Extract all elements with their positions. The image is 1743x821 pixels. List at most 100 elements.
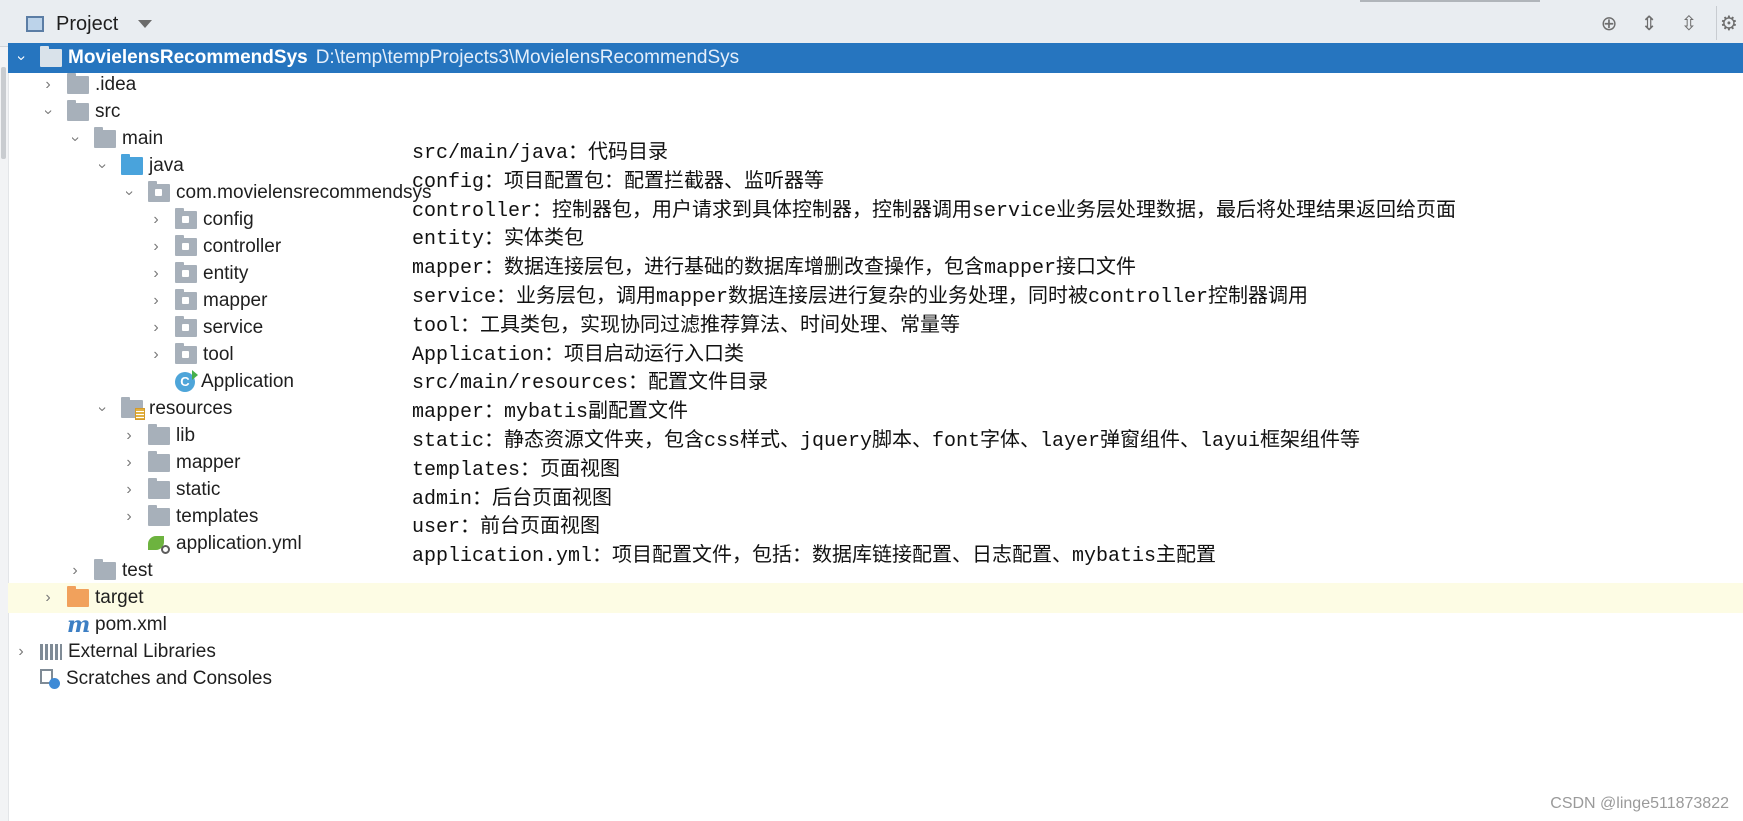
- package-icon: [175, 316, 197, 337]
- tree-node-label: com.movielensrecommendsys: [176, 182, 432, 203]
- folder-icon: [67, 100, 89, 121]
- scratches-icon: [40, 669, 60, 689]
- tree-node-label: MovielensRecommendSys: [68, 47, 308, 68]
- annotation-line: src/main/resources：配置文件目录: [412, 372, 769, 396]
- collapse-all-icon[interactable]: ⇳: [1675, 10, 1703, 38]
- tree-node[interactable]: › MovielensRecommendSys D:\temp\tempProjec…: [8, 43, 1743, 73]
- excluded-folder-icon: [67, 586, 89, 607]
- tree-node[interactable]: ›mpom.xml: [8, 610, 1743, 640]
- chevron-down-icon[interactable]: ›: [93, 402, 111, 416]
- tree-node-label: pom.xml: [95, 614, 167, 635]
- tree-node-label: static: [176, 479, 221, 500]
- folder-icon: [148, 451, 170, 472]
- package-icon: [148, 181, 170, 202]
- locate-icon[interactable]: ⊕: [1595, 10, 1623, 38]
- tree-node-label: java: [149, 155, 184, 176]
- annotation-line: templates：页面视图: [412, 458, 621, 482]
- annotation-line: config：项目配置包：配置拦截器、监听器等: [412, 170, 825, 194]
- chevron-right-icon[interactable]: ›: [14, 643, 28, 661]
- tree-node-path: D:\temp\tempProjects3\MovielensRecommend…: [315, 47, 740, 68]
- chevron-down-icon[interactable]: ›: [93, 159, 111, 173]
- chevron-right-icon[interactable]: ›: [149, 211, 163, 229]
- folder-icon: [67, 73, 89, 94]
- tree-node[interactable]: › src: [8, 97, 1743, 127]
- annotation-line: service：业务层包，调用mapper数据连接层进行复杂的业务处理，同时被c…: [412, 285, 1309, 309]
- tree-node-label: src: [95, 101, 121, 122]
- project-tool-window-header: Project ⊕ ⇕ ⇳ ⚙: [0, 0, 1743, 47]
- chevron-right-icon[interactable]: ›: [122, 454, 136, 472]
- package-icon: [175, 262, 197, 283]
- tree-node-label: application.yml: [176, 533, 302, 554]
- annotation-line: src/main/java：代码目录: [412, 142, 669, 165]
- maven-icon: m: [67, 612, 91, 638]
- tree-node[interactable]: ›Scratches and Consoles: [8, 664, 1743, 694]
- tree-node-label: resources: [149, 398, 233, 419]
- package-icon: [175, 289, 197, 310]
- tree-node-label: mapper: [203, 290, 268, 311]
- folder-icon: [148, 478, 170, 499]
- chevron-right-icon[interactable]: ›: [149, 346, 163, 364]
- annotation-line: static：静态资源文件夹，包含css样式、jquery脚本、font字体、l…: [412, 429, 1361, 453]
- chevron-right-icon[interactable]: ›: [149, 292, 163, 310]
- tree-node-label: tool: [203, 344, 234, 365]
- chevron-right-icon[interactable]: ›: [122, 481, 136, 499]
- folder-icon: [94, 127, 116, 148]
- annotation-line: mapper：mybatis副配置文件: [412, 401, 689, 425]
- tree-node[interactable]: › External Libraries: [8, 637, 1743, 667]
- project-view-selector[interactable]: Project: [26, 12, 153, 36]
- chevron-down-icon[interactable]: ›: [120, 186, 138, 200]
- expand-all-icon[interactable]: ⇕: [1635, 10, 1663, 38]
- project-view-title: Project: [56, 12, 119, 35]
- annotation-line: entity：实体类包: [412, 228, 585, 252]
- chevron-right-icon[interactable]: ›: [149, 319, 163, 337]
- package-icon: [175, 208, 197, 229]
- tree-node-label: target: [95, 587, 144, 608]
- annotation-line: user：前台页面视图: [412, 516, 601, 540]
- spring-class-icon: C: [175, 370, 198, 392]
- project-view-icon: [26, 16, 44, 32]
- resources-folder-icon: [121, 397, 145, 420]
- chevron-down-icon[interactable]: ›: [66, 132, 84, 146]
- gear-icon[interactable]: ⚙: [1715, 10, 1743, 38]
- annotation-line: Application：项目启动运行入口类: [412, 343, 745, 367]
- annotation-line: admin：后台页面视图: [412, 487, 613, 511]
- source-folder-icon: [121, 154, 143, 175]
- folder-icon: [94, 559, 116, 580]
- folder-icon: [148, 424, 170, 445]
- annotation-list: src/main/java：代码目录 config：项目配置包：配置拦截器、监听器…: [412, 140, 1612, 572]
- chevron-right-icon[interactable]: ›: [122, 508, 136, 526]
- chevron-right-icon[interactable]: ›: [122, 427, 136, 445]
- tree-node[interactable]: › .idea: [8, 70, 1743, 100]
- tree-node-label: service: [203, 317, 264, 338]
- annotation-line: controller：控制器包，用户请求到具体控制器，控制器调用service业…: [412, 199, 1457, 223]
- watermark: CSDN @linge511873822: [1550, 795, 1729, 812]
- tree-node-label: config: [203, 209, 254, 230]
- chevron-right-icon[interactable]: ›: [41, 76, 55, 94]
- annotation-line: tool：工具类包，实现协同过滤推荐算法、时间处理、常量等: [412, 314, 961, 338]
- module-folder-icon: [40, 46, 62, 67]
- folder-icon: [148, 505, 170, 526]
- yml-file-icon: [148, 534, 170, 554]
- chevron-right-icon[interactable]: ›: [41, 589, 55, 607]
- tree-node-label: controller: [203, 236, 282, 257]
- chevron-down-icon[interactable]: ›: [39, 105, 57, 119]
- package-icon: [175, 235, 197, 256]
- tree-node-label: entity: [203, 263, 249, 284]
- tree-node-label: External Libraries: [68, 641, 216, 662]
- scrollbar-thumb[interactable]: [1, 67, 6, 159]
- tree-node[interactable]: › target: [8, 583, 1743, 613]
- annotation-line: application.yml：项目配置文件，包括：数据库链接配置、日志配置、m…: [412, 545, 1217, 569]
- header-top-divider: [1360, 0, 1540, 2]
- annotation-line: mapper：数据连接层包，进行基础的数据库增删改查操作，包含mapper接口文…: [412, 257, 1137, 281]
- header-toolbar: ⊕ ⇕ ⇳ ⚙: [1583, 10, 1743, 38]
- chevron-down-icon[interactable]: [138, 20, 153, 28]
- tree-node-label: main: [122, 128, 164, 149]
- chevron-right-icon[interactable]: ›: [149, 265, 163, 283]
- tree-node-label: templates: [176, 506, 259, 527]
- chevron-down-icon[interactable]: ›: [12, 51, 30, 65]
- chevron-right-icon[interactable]: ›: [149, 238, 163, 256]
- tree-node-label: Application: [201, 371, 294, 392]
- chevron-right-icon[interactable]: ›: [68, 562, 82, 580]
- tree-node-label: test: [122, 560, 153, 581]
- libraries-icon: [40, 644, 62, 660]
